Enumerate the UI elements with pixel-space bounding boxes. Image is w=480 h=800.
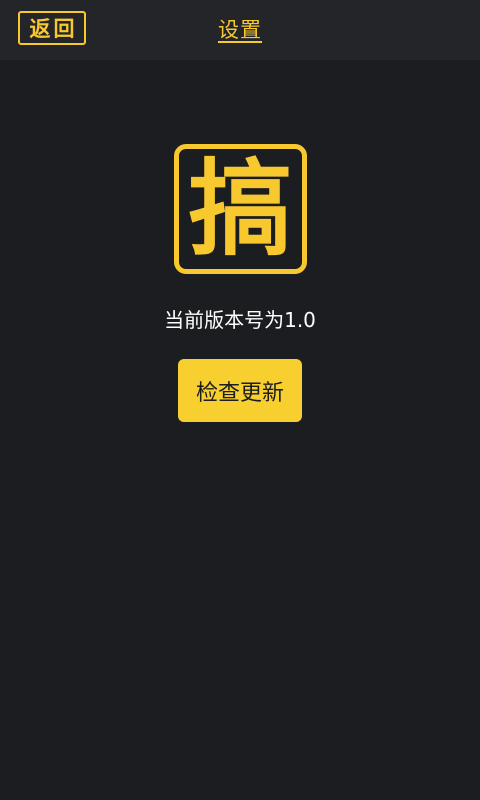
top-bar: 设置 返回 bbox=[0, 0, 480, 60]
check-update-button[interactable]: 检查更新 bbox=[178, 359, 302, 422]
check-update-label: 检查更新 bbox=[195, 380, 284, 406]
back-button[interactable]: 返回 bbox=[18, 11, 86, 45]
app-logo: 搞 bbox=[174, 144, 307, 274]
back-button-label: 返回 bbox=[29, 17, 78, 41]
version-text: 当前版本号为1.0 bbox=[164, 308, 316, 332]
app-logo-glyph: 搞 bbox=[188, 148, 293, 270]
